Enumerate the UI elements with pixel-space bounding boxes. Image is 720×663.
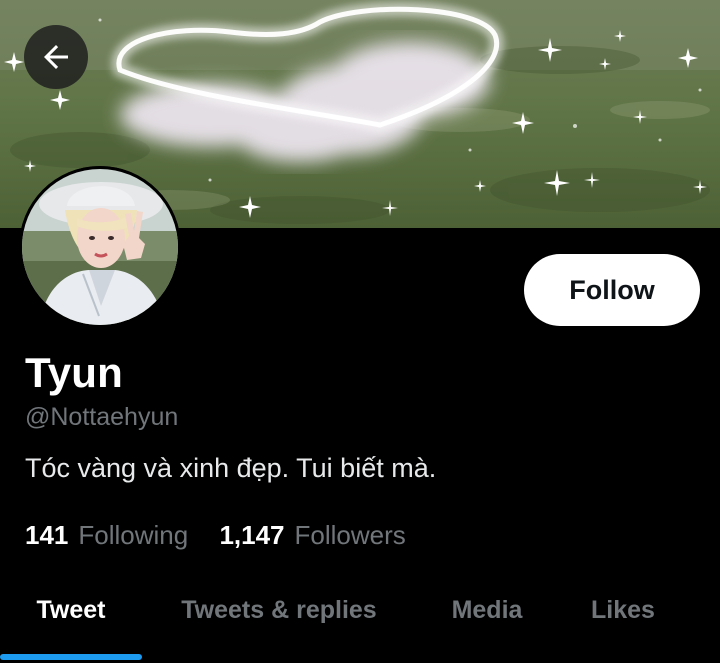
tab-media[interactable]: Media bbox=[430, 582, 544, 663]
profile-stats: 141 Following 1,147 Followers bbox=[25, 518, 406, 552]
user-handle: @Nottaehyun bbox=[25, 403, 179, 431]
followers-count: 1,147 bbox=[219, 520, 285, 550]
following-label: Following bbox=[78, 520, 189, 550]
followers-label: Followers bbox=[294, 520, 406, 550]
follow-button[interactable]: Follow bbox=[524, 254, 700, 326]
arrow-left-icon bbox=[44, 45, 68, 69]
tab-likes[interactable]: Likes bbox=[572, 582, 674, 663]
following-link[interactable]: 141 Following bbox=[25, 518, 188, 552]
display-name: Tyun bbox=[25, 349, 124, 396]
tab-tweet[interactable]: Tweet bbox=[0, 582, 142, 663]
tab-tweets-and-replies[interactable]: Tweets & replies bbox=[160, 582, 398, 663]
following-count: 141 bbox=[25, 520, 69, 550]
followers-link[interactable]: 1,147 Followers bbox=[219, 518, 405, 552]
active-tab-indicator bbox=[0, 654, 142, 660]
avatar[interactable] bbox=[19, 166, 181, 328]
back-button[interactable] bbox=[24, 25, 88, 89]
profile-bio: Tóc vàng và xinh đẹp. Tui biết mà. bbox=[25, 453, 437, 483]
avatar-image bbox=[19, 166, 181, 328]
profile-tabs: Tweet Tweets & replies Media Likes bbox=[0, 582, 720, 663]
